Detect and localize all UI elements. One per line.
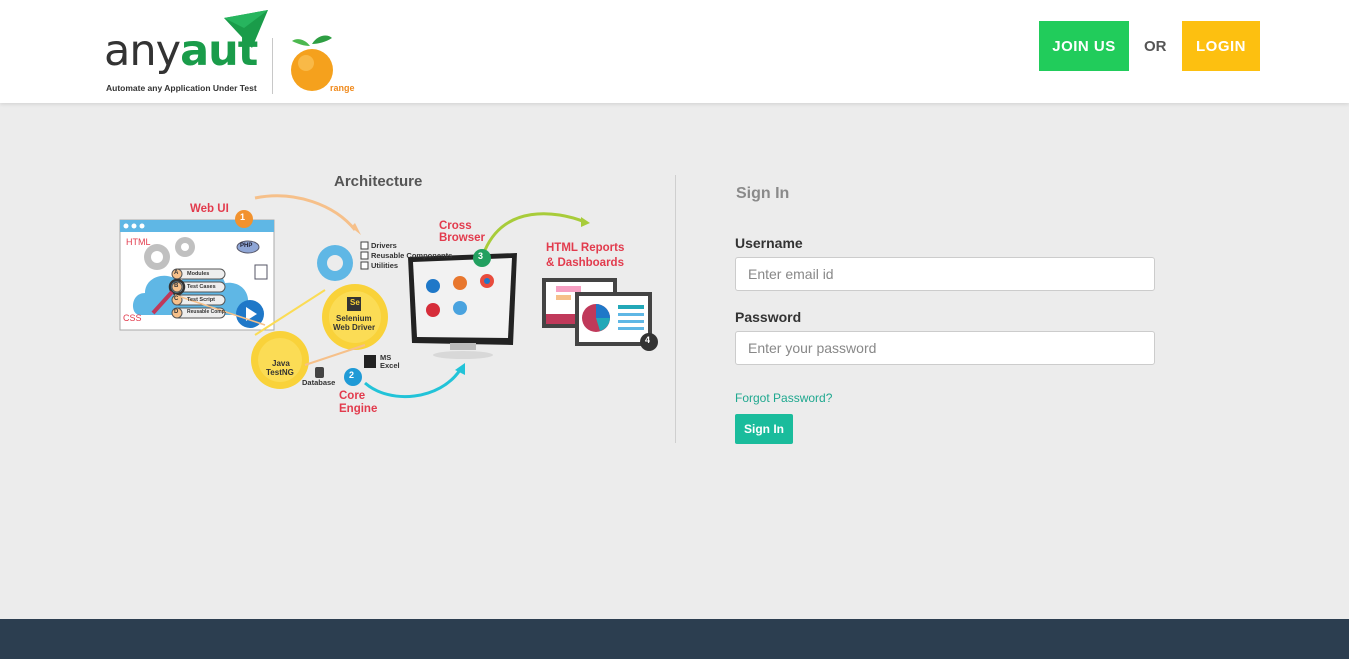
step-1-badge: 1 xyxy=(240,212,246,222)
html-tag: HTML xyxy=(126,237,151,247)
username-input[interactable] xyxy=(735,257,1155,291)
reusable-components-label: Reusable Components xyxy=(371,251,453,260)
architecture-title: Architecture xyxy=(334,173,423,190)
username-label: Username xyxy=(735,235,803,251)
selenium-tag: Se xyxy=(350,298,360,307)
logo-tagline: Automate any Application Under Test xyxy=(106,83,257,93)
forgot-password-link[interactable]: Forgot Password? xyxy=(735,391,832,405)
page-footer xyxy=(0,619,1349,659)
settings-gear-icon xyxy=(317,245,353,281)
letter-b: B xyxy=(174,283,179,289)
login-button[interactable]: LOGIN xyxy=(1182,21,1260,71)
modules-label: Modules xyxy=(187,271,210,277)
password-label: Password xyxy=(735,309,802,325)
vertical-divider xyxy=(675,175,676,443)
core-label: Core xyxy=(339,390,366,402)
css-tag: CSS xyxy=(123,313,142,323)
join-us-button[interactable]: JOIN US xyxy=(1039,21,1129,71)
utilities-label: Utilities xyxy=(371,261,399,270)
letter-a: A xyxy=(174,270,179,276)
step-2-badge: 2 xyxy=(349,370,355,380)
sign-in-button[interactable]: Sign In xyxy=(735,414,793,444)
web-ui-label: Web UI xyxy=(190,203,229,215)
or-separator-text: OR xyxy=(1144,38,1167,55)
letter-c: C xyxy=(174,296,179,302)
orange-fruit-icon xyxy=(291,35,333,91)
engine-label: Engine xyxy=(339,403,378,415)
database-icon xyxy=(315,367,324,378)
database-label: Database xyxy=(302,378,336,387)
password-input[interactable] xyxy=(735,331,1155,365)
drivers-label: Drivers xyxy=(371,241,397,250)
top-header: anyaut Automate any Application Under Te… xyxy=(0,0,1349,103)
selenium-label-2: Web Driver xyxy=(333,323,376,332)
architecture-diagram: Architecture Web UI 1 HTML CSS PHP A B C… xyxy=(115,165,675,425)
logo-partner-text: range xyxy=(330,83,355,93)
step-3-badge: 3 xyxy=(478,251,484,261)
monitor-icon xyxy=(408,253,517,359)
excel-label: Excel xyxy=(380,361,400,370)
logo-wordmark: anyaut xyxy=(104,26,258,76)
excel-icon xyxy=(364,355,376,368)
testng-label: TestNG xyxy=(266,368,294,377)
dashboards-label: & Dashboards xyxy=(546,257,624,269)
browser-label: Browser xyxy=(439,232,486,244)
anyaut-logo[interactable]: anyaut Automate any Application Under Te… xyxy=(104,10,364,96)
cross-label: Cross xyxy=(439,220,472,232)
php-tag: PHP xyxy=(240,243,253,249)
letter-d: D xyxy=(174,309,179,315)
step-4-badge: 4 xyxy=(645,335,651,345)
test-script-label: Test Script xyxy=(187,297,216,303)
signin-title: Sign In xyxy=(736,185,790,202)
test-cases-label: Test Cases xyxy=(187,284,216,290)
logo-separator xyxy=(272,38,273,94)
reusable-comp-label: Reusable Comp. xyxy=(187,309,227,315)
html-reports-label: HTML Reports xyxy=(546,242,625,254)
reports-dashboard-icon xyxy=(542,278,652,346)
